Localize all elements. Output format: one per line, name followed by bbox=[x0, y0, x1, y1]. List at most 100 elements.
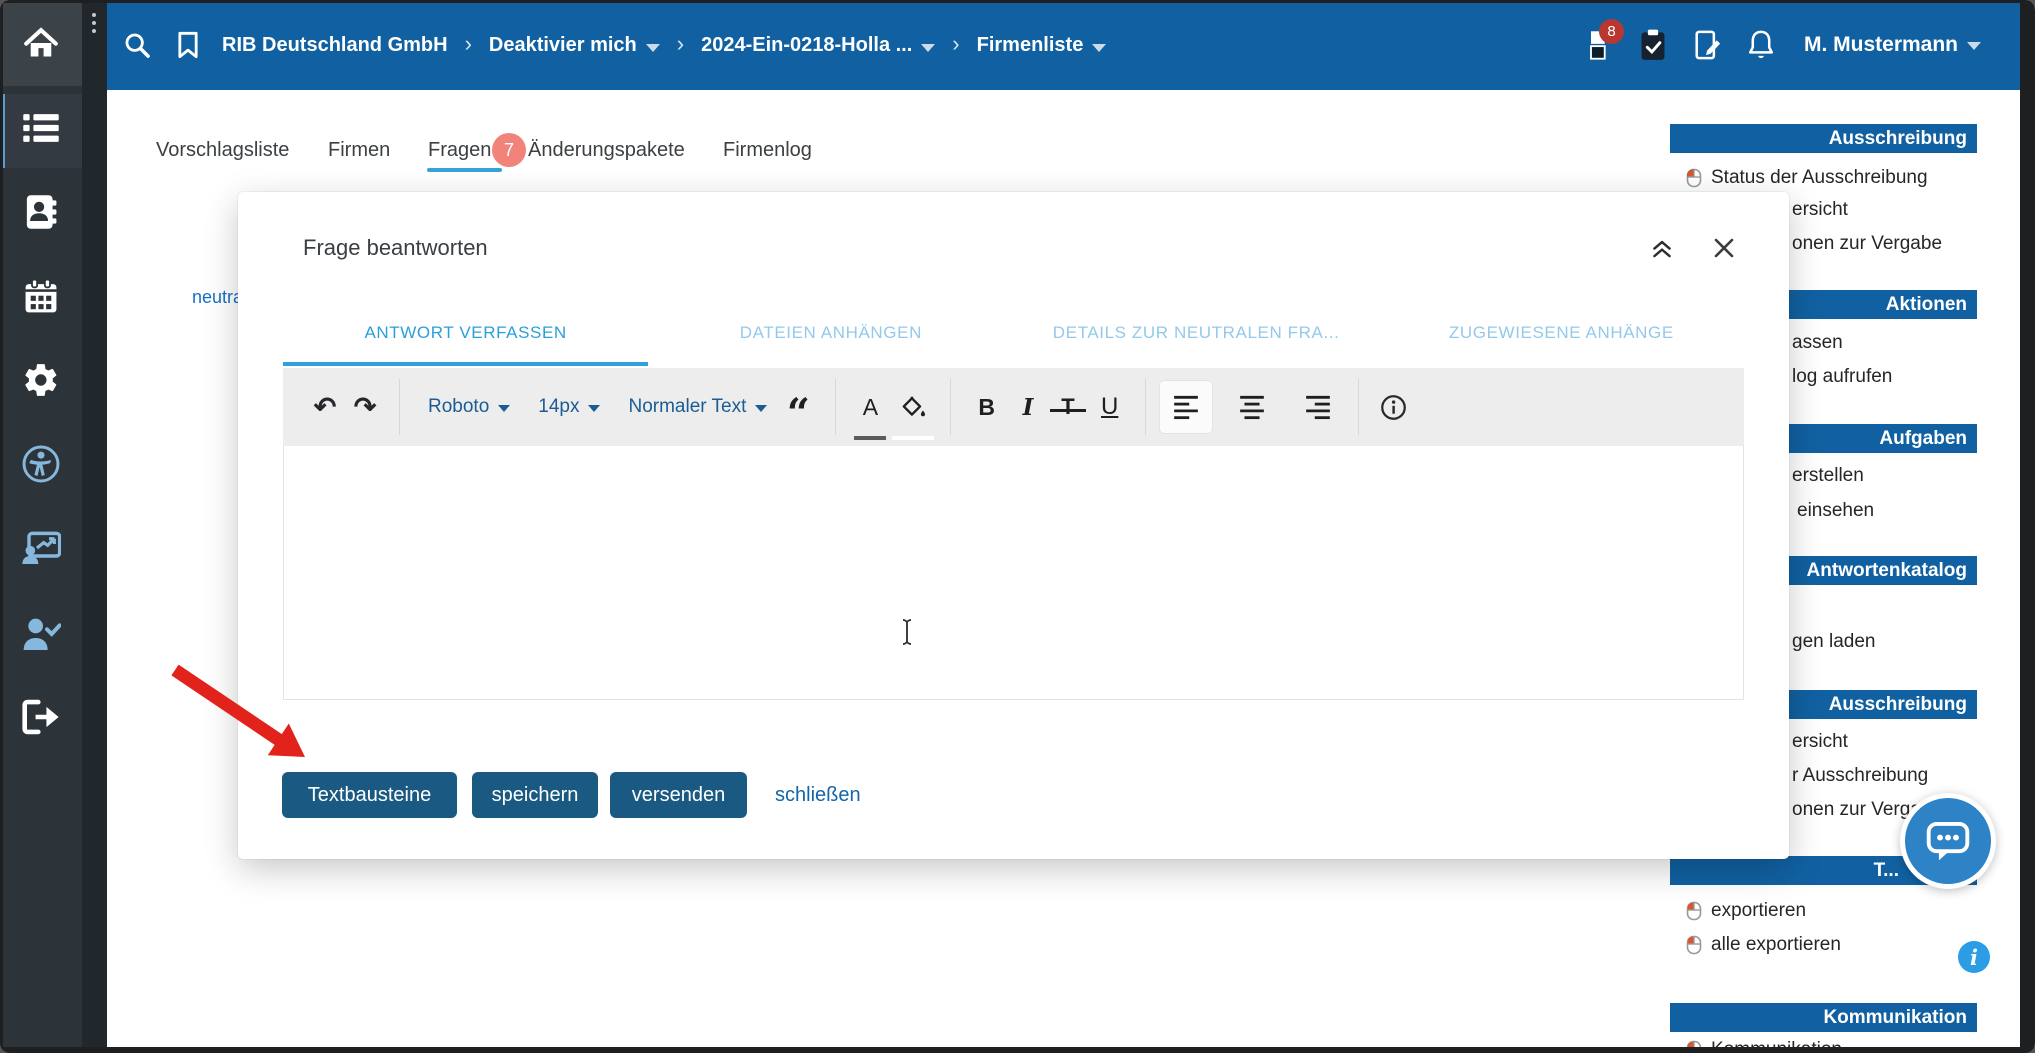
breadcrumb-separator: › bbox=[952, 31, 959, 57]
panel-link-exportieren[interactable]: exportieren bbox=[1686, 897, 1806, 925]
sidebar-item-accessibility[interactable] bbox=[21, 444, 61, 484]
align-center-icon[interactable] bbox=[1226, 381, 1278, 433]
tab-fragen[interactable]: Fragen bbox=[428, 139, 491, 162]
blockquote-icon[interactable]: “ bbox=[781, 381, 821, 433]
panel-link-fragment[interactable]: erstellen bbox=[1792, 465, 1864, 487]
chevron-down-icon bbox=[755, 405, 767, 412]
breadcrumb-separator: › bbox=[465, 31, 472, 57]
kebab-menu-icon[interactable] bbox=[92, 13, 96, 33]
accessibility-icon bbox=[22, 445, 60, 483]
panel-link-fragment[interactable]: log aufrufen bbox=[1792, 366, 1892, 388]
user-menu[interactable]: M. Mustermann bbox=[1804, 33, 1981, 57]
textbausteine-button[interactable]: Textbausteine bbox=[282, 772, 457, 818]
active-tab-underline bbox=[427, 168, 502, 172]
bookmark-icon[interactable] bbox=[171, 28, 205, 62]
tab-zugewiesene-anhaenge[interactable]: ZUGEWIESENE ANHÄNGE bbox=[1379, 300, 1744, 366]
chevron-down-icon bbox=[646, 44, 660, 52]
mouse-icon bbox=[1686, 168, 1702, 188]
logout-icon bbox=[22, 699, 60, 735]
sidebar-item-home[interactable] bbox=[0, 0, 82, 86]
window-border bbox=[2020, 0, 2035, 1053]
window-border bbox=[0, 1047, 2035, 1053]
panel-link-fragment[interactable]: ersicht bbox=[1792, 199, 1848, 221]
left-sidebar bbox=[0, 0, 82, 1053]
align-left-icon[interactable] bbox=[1160, 381, 1212, 433]
tab-dateien-anhaengen[interactable]: DATEIEN ANHÄNGEN bbox=[648, 300, 1013, 366]
panel-link-alle-exportieren[interactable]: alle exportieren bbox=[1686, 931, 1841, 959]
clipboard-check-icon[interactable] bbox=[1636, 28, 1670, 62]
tab-antwort-verfassen[interactable]: ANTWORT VERFASSEN bbox=[283, 300, 648, 366]
sidebar-item-contacts[interactable] bbox=[21, 192, 61, 232]
tab-aenderungspakete[interactable]: Änderungspakete bbox=[528, 139, 685, 162]
panel-link-status[interactable]: Status der Ausschreibung bbox=[1686, 164, 1928, 192]
app-grid-icon[interactable]: 8 bbox=[1582, 28, 1616, 62]
sidebar-item-settings[interactable] bbox=[21, 360, 61, 400]
bell-icon[interactable] bbox=[1744, 28, 1778, 62]
sidebar-item-training[interactable] bbox=[21, 528, 61, 568]
panel-link-fragment[interactable]: einsehen bbox=[1797, 500, 1874, 522]
chevron-down-icon bbox=[921, 44, 935, 52]
paragraph-style-dropdown[interactable]: Normaler Text bbox=[614, 381, 781, 433]
app-window: RIB Deutschland GmbH › Deaktivier mich ›… bbox=[0, 0, 2035, 1053]
frage-beantworten-dialog: Frage beantworten ANTWORT VERFASSEN DATE… bbox=[238, 192, 1789, 859]
panel-link-fragment[interactable]: r Ausschreibung bbox=[1792, 765, 1928, 787]
align-right-icon[interactable] bbox=[1292, 381, 1344, 433]
top-header: RIB Deutschland GmbH › Deaktivier mich ›… bbox=[107, 0, 2020, 90]
schliessen-link[interactable]: schließen bbox=[775, 772, 861, 818]
font-size-dropdown[interactable]: 14px bbox=[524, 381, 614, 433]
editor-toolbar: ↶ ↷ Roboto 14px Normaler Text “ A B I T … bbox=[283, 368, 1744, 446]
panel-link-fragment[interactable]: onen zur Vergabe bbox=[1792, 233, 1942, 255]
tab-firmenlog[interactable]: Firmenlog bbox=[723, 139, 812, 162]
italic-icon[interactable]: I bbox=[1008, 381, 1048, 433]
tab-firmen[interactable]: Firmen bbox=[328, 139, 390, 162]
answer-text-editor[interactable] bbox=[283, 446, 1744, 700]
sidebar-menu-strip bbox=[82, 0, 107, 1053]
bold-icon[interactable]: B bbox=[965, 381, 1008, 433]
text-color-icon[interactable]: A bbox=[850, 381, 890, 433]
user-check-icon bbox=[21, 616, 61, 652]
sidebar-item-user-check[interactable] bbox=[21, 614, 61, 654]
info-icon[interactable] bbox=[1373, 381, 1413, 433]
versenden-button[interactable]: versenden bbox=[610, 772, 747, 818]
breadcrumb-separator: › bbox=[677, 31, 684, 57]
tab-details-neutrale-frage[interactable]: DETAILS ZUR NEUTRALEN FRA... bbox=[1014, 300, 1379, 366]
panel-link-fragment[interactable]: ersicht bbox=[1792, 731, 1848, 753]
home-icon bbox=[21, 23, 61, 63]
undo-icon[interactable]: ↶ bbox=[305, 381, 345, 433]
note-edit-icon[interactable] bbox=[1690, 28, 1724, 62]
collapse-dialog-icon[interactable] bbox=[1646, 232, 1678, 264]
tab-vorschlagsliste[interactable]: Vorschlagsliste bbox=[156, 139, 289, 162]
dialog-tab-bar: ANTWORT VERFASSEN DATEIEN ANHÄNGEN DETAI… bbox=[283, 300, 1744, 366]
sidebar-item-calendar[interactable] bbox=[21, 277, 61, 317]
breadcrumb-level1[interactable]: Deaktivier mich bbox=[489, 34, 660, 57]
chevron-down-icon bbox=[588, 405, 600, 412]
breadcrumb-root[interactable]: RIB Deutschland GmbH bbox=[222, 34, 448, 57]
sidebar-item-logout[interactable] bbox=[21, 697, 61, 737]
text-cursor bbox=[899, 618, 915, 651]
search-icon[interactable] bbox=[120, 28, 154, 62]
window-border bbox=[0, 0, 3, 1053]
chevron-down-icon bbox=[1967, 42, 1981, 50]
breadcrumb-level2[interactable]: 2024-Ein-0218-Holla ... bbox=[701, 34, 935, 57]
window-border bbox=[0, 0, 2035, 3]
panel-link-fragment[interactable]: gen laden bbox=[1792, 631, 1875, 653]
redo-icon[interactable]: ↷ bbox=[345, 381, 385, 433]
info-badge-icon[interactable]: i bbox=[1958, 941, 1990, 973]
list-icon bbox=[21, 108, 61, 148]
mouse-icon bbox=[1686, 935, 1702, 955]
panel-link-fragment[interactable]: assen bbox=[1792, 332, 1843, 354]
fill-color-icon[interactable] bbox=[890, 381, 936, 433]
font-family-dropdown[interactable]: Roboto bbox=[414, 381, 524, 433]
chat-bubble-icon bbox=[1923, 817, 1973, 865]
underline-icon[interactable]: U bbox=[1088, 381, 1131, 433]
sidebar-item-list-active[interactable] bbox=[0, 94, 82, 168]
speichern-button[interactable]: speichern bbox=[472, 772, 598, 818]
breadcrumb-level3[interactable]: Firmenliste bbox=[977, 34, 1107, 57]
panel-header-ausschreibung: Ausschreibung bbox=[1670, 124, 1977, 153]
chat-widget-button[interactable] bbox=[1900, 793, 1996, 889]
chevron-down-icon bbox=[498, 405, 510, 412]
strikethrough-icon[interactable]: T bbox=[1048, 381, 1088, 433]
close-icon[interactable] bbox=[1708, 232, 1740, 264]
contacts-icon bbox=[23, 194, 59, 230]
presentation-icon bbox=[21, 530, 61, 566]
